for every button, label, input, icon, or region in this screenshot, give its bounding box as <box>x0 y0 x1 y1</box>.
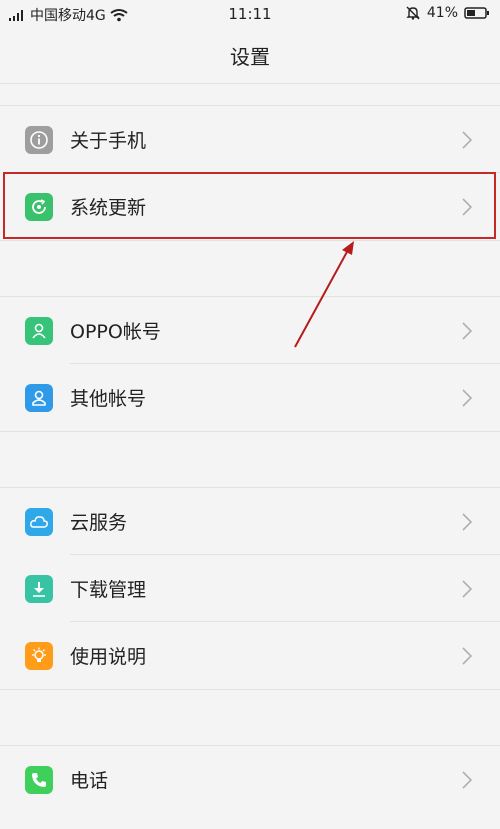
chevron-right-icon <box>462 646 472 665</box>
list-item-label: 下载管理 <box>70 579 147 601</box>
settings-group-4: 电话 <box>0 745 500 813</box>
user-guide-icon <box>25 641 53 670</box>
other-accounts-icon <box>25 383 53 412</box>
list-item-phone[interactable]: 电话 <box>0 746 500 813</box>
cloud-service-icon <box>25 507 53 536</box>
info-icon <box>25 125 53 154</box>
list-item-about-phone[interactable]: 关于手机 <box>0 106 500 173</box>
list-item-user-guide[interactable]: 使用说明 <box>0 622 500 689</box>
settings-group-3: 云服务 下载管理 使用说明 <box>0 487 500 690</box>
system-update-icon <box>25 192 53 221</box>
chevron-right-icon <box>462 579 472 598</box>
list-item-label: 关于手机 <box>70 130 147 152</box>
chevron-right-icon <box>462 321 472 340</box>
list-item-other-accounts[interactable]: 其他帐号 <box>0 364 500 431</box>
list-item-label: 云服务 <box>70 512 128 534</box>
list-item-label: 系统更新 <box>70 197 147 219</box>
list-item-download-manager[interactable]: 下载管理 <box>0 555 500 622</box>
oppo-account-icon <box>25 316 53 345</box>
page-title: 设置 <box>0 28 500 84</box>
download-manager-icon <box>25 574 53 603</box>
chevron-right-icon <box>462 197 472 216</box>
battery-text: 41% <box>426 5 458 21</box>
list-item-label: 电话 <box>70 770 109 792</box>
list-item-system-update[interactable]: 系统更新 <box>0 173 500 240</box>
settings-group-2: OPPO帐号 其他帐号 <box>0 296 500 432</box>
list-item-label: OPPO帐号 <box>70 321 161 343</box>
list-item-cloud-service[interactable]: 云服务 <box>0 488 500 555</box>
list-item-label: 其他帐号 <box>70 388 147 410</box>
settings-group-1: 关于手机 系统更新 <box>0 105 500 241</box>
chevron-right-icon <box>462 388 472 407</box>
chevron-right-icon <box>462 770 472 789</box>
list-item-label: 使用说明 <box>70 646 147 668</box>
battery-icon <box>464 7 489 19</box>
chevron-right-icon <box>462 130 472 149</box>
mute-bell-icon <box>406 6 420 20</box>
status-right: 41% <box>405 5 490 21</box>
phone-icon <box>25 765 53 794</box>
list-item-oppo-account[interactable]: OPPO帐号 <box>0 297 500 364</box>
status-bar: 中国移动4G 11:11 41% <box>0 0 500 28</box>
chevron-right-icon <box>462 512 472 531</box>
